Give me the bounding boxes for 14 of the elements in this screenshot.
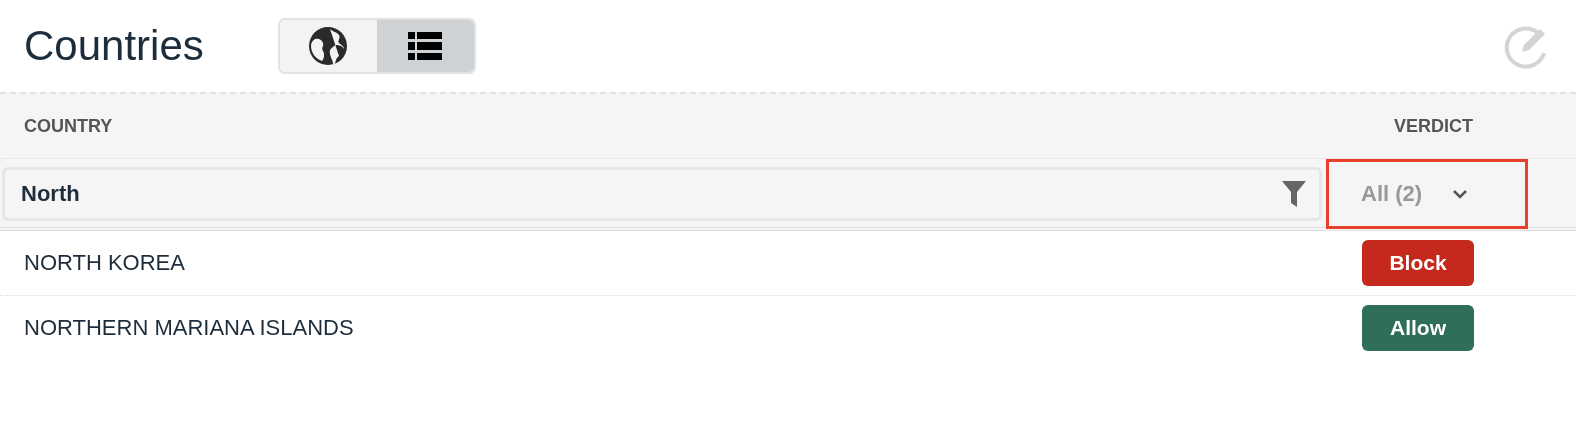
globe-icon — [308, 26, 349, 66]
table-cell-text: NORTHERN MARIANA ISLANDS — [23, 315, 355, 341]
table-cell-text: NORTH KOREA — [23, 250, 186, 276]
verdict-badge: Allow — [1362, 305, 1474, 351]
filter-icon — [1282, 181, 1306, 207]
page-title: Countries — [24, 22, 204, 70]
map-view-button[interactable] — [279, 20, 377, 72]
column-header: VERDICT — [1393, 115, 1474, 137]
chevron-down-icon — [1452, 189, 1469, 199]
country-filter-field[interactable]: North — [2, 167, 1322, 221]
verdict-badge: Block — [1362, 240, 1474, 286]
list-view-button[interactable] — [376, 20, 474, 72]
list-icon — [408, 32, 443, 60]
column-header: COUNTRY — [23, 115, 114, 137]
